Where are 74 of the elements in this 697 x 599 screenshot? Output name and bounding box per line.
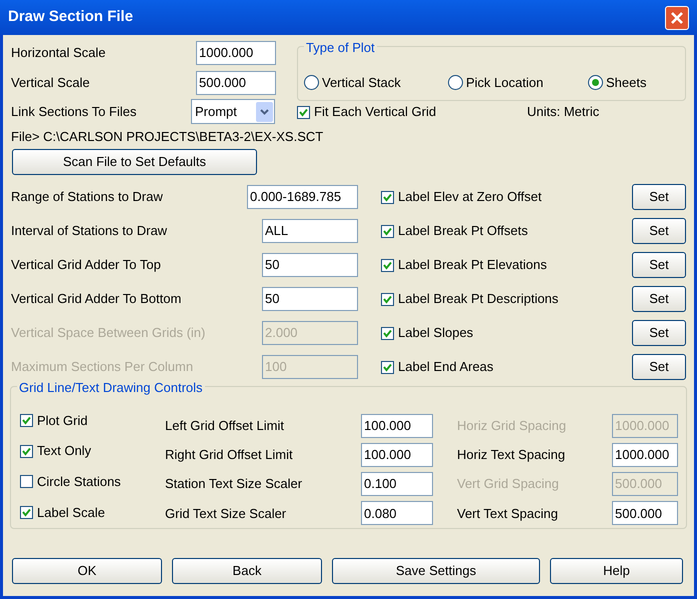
- field-label: Range of Stations to Draw: [11, 188, 164, 206]
- dialog-button[interactable]: Back: [172, 558, 322, 584]
- field-label: Right Grid Offset Limit: [165, 446, 294, 464]
- window-title: Draw Section File: [8, 7, 134, 28]
- field-label: Grid Text Size Scaler: [165, 504, 288, 523]
- set-button[interactable]: Set: [632, 320, 686, 346]
- dialog-button[interactable]: Help: [550, 558, 683, 584]
- checkbox[interactable]: [20, 475, 33, 488]
- input-field[interactable]: 100.000: [361, 442, 433, 467]
- input-field[interactable]: 0.000-1689.785: [247, 185, 358, 209]
- field-label: Interval of Stations to Draw: [11, 222, 168, 240]
- checkbox-label: Plot Grid: [37, 412, 88, 430]
- radio-button[interactable]: [304, 74, 319, 90]
- checkbox[interactable]: [381, 224, 394, 238]
- input-field[interactable]: 50: [262, 253, 358, 277]
- checkbox-label: Label End Areas: [398, 358, 494, 376]
- set-button[interactable]: Set: [632, 354, 686, 380]
- dialog-button[interactable]: OK: [12, 558, 162, 584]
- checkbox[interactable]: [20, 414, 33, 427]
- checkbox-label: Label Elev at Zero Offset: [398, 188, 542, 206]
- input-field[interactable]: 500.000: [196, 71, 276, 95]
- dialog-button[interactable]: Save Settings: [332, 558, 540, 584]
- checkbox[interactable]: [297, 106, 310, 118]
- input-field[interactable]: ALL: [262, 219, 358, 243]
- input-field[interactable]: 1000.000: [196, 41, 276, 65]
- file-path: File> C:\CARLSON PROJECTS\BETA3-2\EX-XS.SCT: [11, 128, 324, 146]
- field-label: Horiz Text Spacing: [457, 446, 566, 464]
- field-label: Left Grid Offset Limit: [165, 416, 285, 435]
- field-label: Vert Text Spacing: [457, 504, 559, 523]
- radio-label: Sheets: [606, 74, 646, 92]
- units-text: Units: Metric: [527, 103, 600, 122]
- checkbox[interactable]: [381, 258, 394, 272]
- checkbox[interactable]: [381, 326, 394, 340]
- radio-label: Pick Location: [466, 74, 544, 92]
- checkbox[interactable]: [381, 190, 394, 204]
- input-field[interactable]: 50: [262, 287, 358, 311]
- checkbox-label: Label Break Pt Descriptions: [398, 290, 558, 308]
- field-label: Vert Grid Spacing: [457, 475, 560, 494]
- field-label: Vertical Scale: [11, 74, 91, 92]
- field-label: Vertical Grid Adder To Top: [11, 256, 162, 274]
- input-field[interactable]: 1000.000: [612, 442, 678, 467]
- field-label: Vertical Space Between Grids (in): [11, 324, 206, 342]
- checkbox-label: Label Slopes: [398, 324, 474, 342]
- field-label: Maximum Sections Per Column: [11, 358, 194, 376]
- checkbox-label: Circle Stations: [37, 473, 121, 492]
- checkbox-label: Fit Each Vertical Grid: [314, 103, 436, 122]
- checkbox[interactable]: [20, 506, 33, 520]
- dropdown[interactable]: Prompt: [191, 99, 275, 124]
- radio-button[interactable]: [588, 74, 603, 90]
- scan-button[interactable]: Scan File to Set Defaults: [12, 149, 257, 175]
- checkbox[interactable]: [381, 360, 394, 374]
- field-label: Vertical Grid Adder To Bottom: [11, 290, 182, 308]
- input-field[interactable]: 0.100: [361, 472, 433, 496]
- radio-label: Vertical Stack: [322, 74, 401, 92]
- field-label: Horizontal Scale: [11, 44, 107, 62]
- set-button[interactable]: Set: [632, 184, 686, 210]
- checkbox[interactable]: [20, 444, 33, 458]
- checkbox[interactable]: [381, 292, 394, 306]
- close-icon: [670, 10, 684, 24]
- input-field[interactable]: 100.000: [361, 414, 433, 438]
- checkbox-label: Label Break Pt Elevations: [398, 256, 547, 274]
- input-field[interactable]: 0.080: [361, 501, 433, 526]
- checkbox-label: Text Only: [37, 442, 92, 460]
- set-button[interactable]: Set: [632, 286, 686, 312]
- radio-button[interactable]: [448, 74, 463, 90]
- checkbox-label: Label Scale: [37, 504, 105, 522]
- close-button[interactable]: [665, 6, 689, 30]
- checkbox-label: Label Break Pt Offsets: [398, 222, 528, 240]
- field-label: Link Sections To Files: [11, 102, 138, 121]
- set-button[interactable]: Set: [632, 252, 686, 278]
- field-label: Station Text Size Scaler: [165, 475, 304, 494]
- field-label: Horiz Grid Spacing: [457, 416, 568, 435]
- input-field[interactable]: 500.000: [612, 501, 678, 526]
- set-button[interactable]: Set: [632, 218, 686, 244]
